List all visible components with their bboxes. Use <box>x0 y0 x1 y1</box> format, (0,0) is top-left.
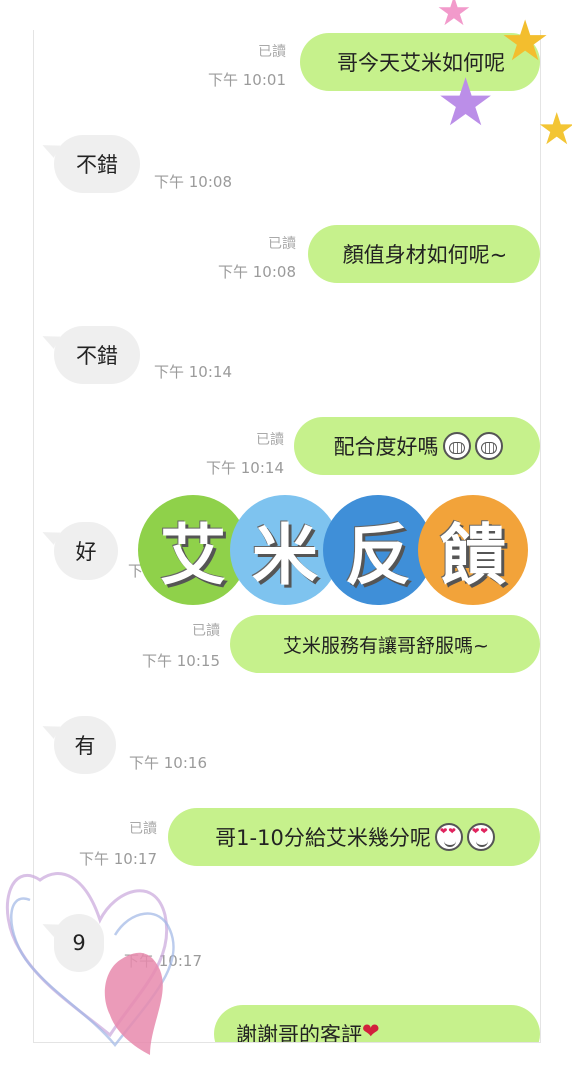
yellow-star-icon: ★ <box>537 104 572 155</box>
timestamp: 下午 10:15 <box>142 652 220 670</box>
heart-icon: ❤ <box>362 1019 380 1043</box>
purple-star-icon: ★ <box>436 64 496 141</box>
incoming-bubble[interactable]: 好 <box>54 522 118 580</box>
heart-eyes-emoji-icon <box>466 823 495 851</box>
timestamp: 下午 10:08 <box>218 263 296 281</box>
timestamp: 下午 10:16 <box>129 754 207 772</box>
grimace-emoji-icon <box>442 432 471 460</box>
outgoing-bubble[interactable]: 艾米服務有讓哥舒服嗎~ <box>230 615 540 673</box>
yellow-star-icon: ★ <box>500 9 551 74</box>
read-receipt: 已讀 <box>268 236 296 252</box>
outgoing-bubble[interactable]: 謝謝哥的客評 ❤ <box>214 1005 540 1043</box>
read-receipt: 已讀 <box>256 432 284 448</box>
heart-eyes-emoji-icon <box>434 823 463 851</box>
message-row: 已讀 下午 10:15 艾米服務有讓哥舒服嗎~ <box>34 615 540 675</box>
incoming-bubble[interactable]: 不錯 <box>54 326 140 384</box>
timestamp: 下午 10:01 <box>208 71 286 89</box>
incoming-bubble[interactable]: 有 <box>54 716 116 774</box>
banner-char-4: 饋 <box>418 495 528 605</box>
grimace-emoji-icon <box>474 432 503 460</box>
feedback-banner: 艾 米 反 饋 <box>138 495 528 605</box>
outgoing-bubble[interactable]: 配合度好嗎 <box>294 417 540 475</box>
timestamp: 下午 10:14 <box>206 459 284 477</box>
timestamp: 下午 10:08 <box>154 173 232 191</box>
message-row: 已讀 下午 10:08 顏值身材如何呢~ <box>34 225 540 285</box>
timestamp: 下午 10:14 <box>154 363 232 381</box>
outgoing-bubble[interactable]: 哥1-10分給艾米幾分呢 <box>168 808 540 866</box>
message-row: 不錯 下午 10:14 <box>34 326 540 386</box>
read-receipt: 已讀 <box>192 623 220 639</box>
heart-doodle-icon <box>5 872 175 1055</box>
read-receipt: 已讀 <box>258 44 286 60</box>
message-row: 已讀 下午 10:14 配合度好嗎 <box>34 417 540 477</box>
banner-char-3: 反 <box>323 495 433 605</box>
message-row: 有 下午 10:16 <box>34 716 540 776</box>
pink-star-icon: ★ <box>436 0 472 35</box>
outgoing-bubble[interactable]: 顏值身材如何呢~ <box>308 225 540 283</box>
message-row: 不錯 下午 10:08 <box>34 135 540 195</box>
incoming-bubble[interactable]: 不錯 <box>54 135 140 193</box>
